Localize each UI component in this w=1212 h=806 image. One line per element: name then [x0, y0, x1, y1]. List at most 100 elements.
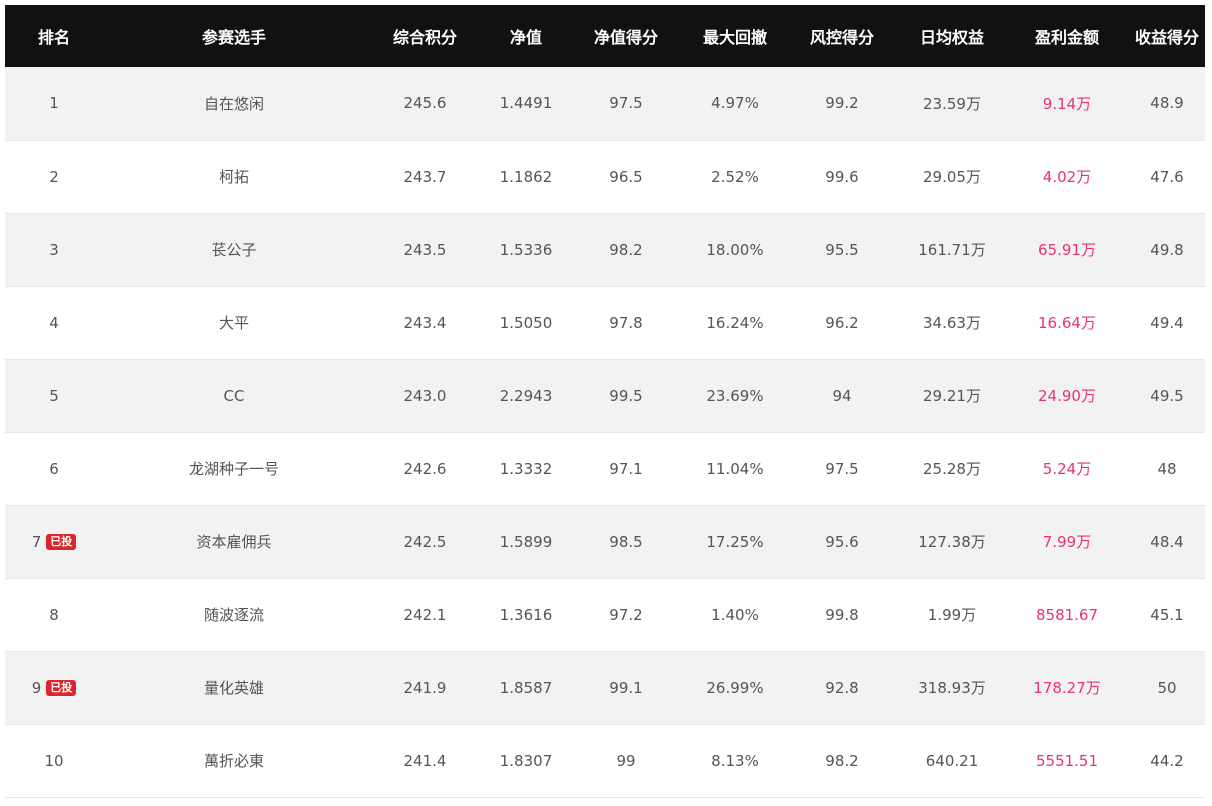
nav-cell: 1.8587: [499, 678, 553, 697]
avg-equity-cell: 34.63万: [923, 314, 981, 332]
total-score-cell: 243.5: [403, 240, 447, 259]
rank-cell: 6: [5, 432, 103, 505]
risk-score-cell: 95.6: [825, 532, 859, 551]
risk-score-cell: 92.8: [825, 678, 859, 697]
rank-number: 7: [31, 532, 42, 551]
total-score-cell: 245.6: [403, 94, 447, 113]
rank-cell: 5: [5, 359, 103, 432]
rank-cell: 4: [5, 286, 103, 359]
rank-number: 1: [49, 94, 59, 113]
profit-cell: 7.99万: [1042, 533, 1092, 551]
risk-score-cell: 94: [832, 386, 852, 405]
invested-badge: 已投: [46, 679, 77, 696]
table-row[interactable]: 7 已投 资本雇佣兵 242.5 1.5899 98.5 17.25% 95.6 127.38万…: [5, 505, 1205, 578]
nav-score-cell: 97.2: [609, 605, 643, 624]
max-drawdown-cell: 2.52%: [711, 167, 759, 186]
header-nav-score[interactable]: 净值得分: [567, 5, 685, 67]
nav-score-cell: 98.5: [609, 532, 643, 551]
nav-cell: 1.5050: [499, 313, 553, 332]
total-score-cell: 241.9: [403, 678, 447, 697]
max-drawdown-cell: 4.97%: [711, 94, 759, 113]
rank-number: 8: [49, 605, 59, 624]
return-score-cell: 48: [1157, 459, 1177, 478]
header-profit[interactable]: 盈利金额: [1005, 5, 1129, 67]
total-score-cell: 243.7: [403, 167, 447, 186]
rank-cell: 10: [5, 724, 103, 797]
rank-number: 4: [49, 313, 59, 332]
risk-score-cell: 96.2: [825, 313, 859, 332]
avg-equity-cell: 318.93万: [918, 679, 986, 697]
rank-cell: 1: [5, 67, 103, 140]
max-drawdown-cell: 18.00%: [706, 240, 764, 259]
risk-score-cell: 97.5: [825, 459, 859, 478]
profit-cell: 65.91万: [1038, 241, 1096, 259]
nav-score-cell: 99: [616, 751, 636, 770]
header-return-score[interactable]: 收益得分: [1129, 5, 1205, 67]
rank-number: 10: [44, 751, 64, 770]
header-nav[interactable]: 净值: [485, 5, 567, 67]
rank-number: 6: [49, 459, 59, 478]
max-drawdown-cell: 11.04%: [706, 459, 764, 478]
max-drawdown-cell: 16.24%: [706, 313, 764, 332]
nav-score-cell: 99.1: [609, 678, 643, 697]
nav-cell: 1.8307: [499, 751, 553, 770]
avg-equity-cell: 29.21万: [923, 387, 981, 405]
profit-cell: 16.64万: [1038, 314, 1096, 332]
header-avg-equity[interactable]: 日均权益: [899, 5, 1005, 67]
max-drawdown-cell: 17.25%: [706, 532, 764, 551]
risk-score-cell: 99.2: [825, 94, 859, 113]
player-name-cell[interactable]: CC: [103, 359, 365, 432]
table-row[interactable]: 9 已投 量化英雄 241.9 1.8587 99.1 26.99% 92.8 318.93万 1…: [5, 651, 1205, 724]
profit-cell: 5.24万: [1042, 460, 1092, 478]
player-name-cell[interactable]: 大平: [103, 286, 365, 359]
return-score-cell: 48.9: [1150, 94, 1184, 113]
nav-cell: 1.5336: [499, 240, 553, 259]
total-score-cell: 243.4: [403, 313, 447, 332]
ranking-table: 排名 参赛选手 综合积分 净值 净值得分 最大回撤 风控得分 日均权益 盈利金额…: [5, 5, 1205, 798]
table-row[interactable]: 8 随波逐流 242.1 1.3616 97.2 1.40% 99.8 1.99万 8581.6…: [5, 578, 1205, 651]
player-name-cell[interactable]: 资本雇佣兵: [103, 505, 365, 578]
return-score-cell: 50: [1157, 678, 1177, 697]
header-total-score[interactable]: 综合积分: [365, 5, 485, 67]
rank-number: 2: [49, 167, 59, 186]
header-row: 排名 参赛选手 综合积分 净值 净值得分 最大回撤 风控得分 日均权益 盈利金额…: [5, 5, 1205, 67]
rank-cell: 8: [5, 578, 103, 651]
return-score-cell: 48.4: [1150, 532, 1184, 551]
player-name-cell[interactable]: 随波逐流: [103, 578, 365, 651]
risk-score-cell: 95.5: [825, 240, 859, 259]
nav-score-cell: 98.2: [609, 240, 643, 259]
header-rank[interactable]: 排名: [5, 5, 103, 67]
return-score-cell: 49.8: [1150, 240, 1184, 259]
risk-score-cell: 98.2: [825, 751, 859, 770]
table-row[interactable]: 3 苌公子 243.5 1.5336 98.2 18.00% 95.5 161.71万 65.9…: [5, 213, 1205, 286]
max-drawdown-cell: 1.40%: [711, 605, 759, 624]
header-player[interactable]: 参赛选手: [103, 5, 365, 67]
player-name-cell[interactable]: 苌公子: [103, 213, 365, 286]
table-row[interactable]: 5 CC 243.0 2.2943 99.5 23.69% 94 29.21万 24.90万 49…: [5, 359, 1205, 432]
player-name-cell[interactable]: 萬折必東: [103, 724, 365, 797]
table-row[interactable]: 6 龙湖种子一号 242.6 1.3332 97.1 11.04% 97.5 25.28万 5.…: [5, 432, 1205, 505]
rank-cell: 7 已投: [5, 505, 103, 578]
nav-cell: 1.3332: [499, 459, 553, 478]
avg-equity-cell: 127.38万: [918, 533, 986, 551]
rank-cell: 2: [5, 140, 103, 213]
avg-equity-cell: 640.21: [925, 751, 979, 770]
player-name-cell[interactable]: 量化英雄: [103, 651, 365, 724]
total-score-cell: 242.1: [403, 605, 447, 624]
player-name-cell[interactable]: 龙湖种子一号: [103, 432, 365, 505]
table-row[interactable]: 4 大平 243.4 1.5050 97.8 16.24% 96.2 34.63万 16.64万…: [5, 286, 1205, 359]
profit-cell: 178.27万: [1033, 679, 1101, 697]
nav-score-cell: 97.1: [609, 459, 643, 478]
header-max-drawdown[interactable]: 最大回撤: [685, 5, 785, 67]
nav-cell: 1.1862: [499, 167, 553, 186]
nav-cell: 2.2943: [499, 386, 553, 405]
player-name-cell[interactable]: 柯拓: [103, 140, 365, 213]
table-row[interactable]: 2 柯拓 243.7 1.1862 96.5 2.52% 99.6 29.05万 4.02万 47…: [5, 140, 1205, 213]
header-risk-score[interactable]: 风控得分: [785, 5, 899, 67]
player-name-cell[interactable]: 自在悠闲: [103, 67, 365, 140]
avg-equity-cell: 1.99万: [927, 606, 977, 624]
table-row[interactable]: 1 自在悠闲 245.6 1.4491 97.5 4.97% 99.2 23.59万 9.14万…: [5, 67, 1205, 140]
risk-score-cell: 99.6: [825, 167, 859, 186]
avg-equity-cell: 25.28万: [923, 460, 981, 478]
table-row[interactable]: 10 萬折必東 241.4 1.8307 99 8.13% 98.2 640.21 5551.5…: [5, 724, 1205, 797]
